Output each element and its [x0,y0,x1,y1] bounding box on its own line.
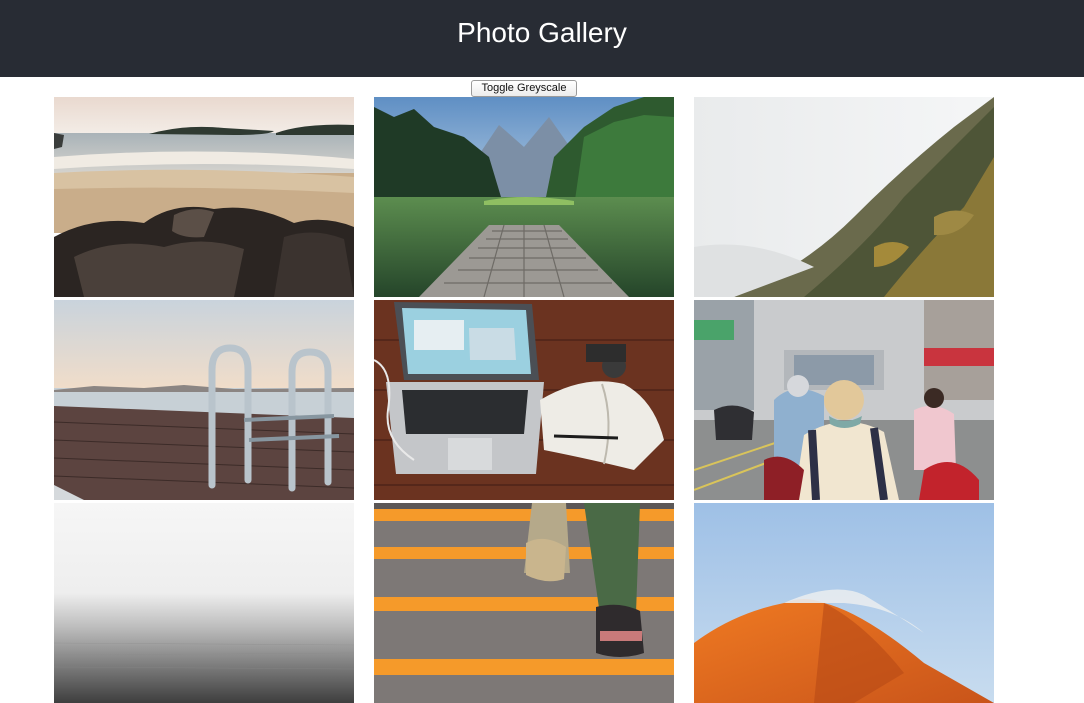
gallery-photo-stairs [374,503,674,703]
stairs-photo-image [374,503,674,703]
gallery-photo-street [694,300,994,500]
sand-dune-photo-image [694,503,994,703]
beach-photo-image [54,97,354,297]
pier-ladder-photo-image [54,300,354,500]
gallery-photo-misty-sea [54,503,354,703]
toggle-greyscale-button[interactable]: Toggle Greyscale [471,80,577,97]
foggy-mountain-photo-image [694,97,994,297]
gallery-photo-laptop-desk [374,300,674,500]
gallery-photo-beach [54,97,354,297]
street-photo-image [694,300,994,500]
misty-sea-photo-image [54,503,354,703]
laptop-desk-photo-image [374,300,674,500]
gallery-photo-lake-dock [374,97,674,297]
gallery-photo-sand-dune [694,503,994,703]
app-header: Photo Gallery [0,0,1084,77]
gallery-photo-foggy-mountain [694,97,994,297]
page-title: Photo Gallery [457,17,627,48]
gallery-photo-pier-ladder [54,300,354,500]
lake-dock-photo-image [374,97,674,297]
